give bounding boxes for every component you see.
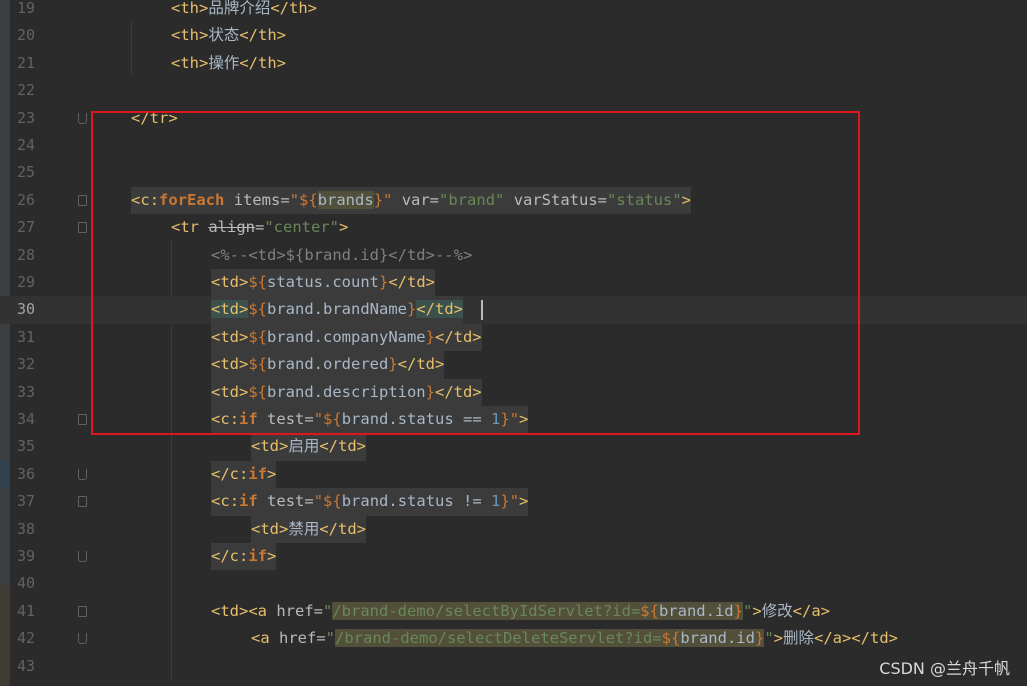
code-line[interactable]: 37 <c:if test="${brand.status != 1}"> [0, 488, 1027, 516]
code-line[interactable]: 41 <td><a href="/brand-demo/selectByIdSe… [0, 598, 1027, 625]
line-number: 27 [16, 218, 35, 237]
line-number: 34 [16, 410, 35, 428]
line-number: 19 [16, 0, 35, 17]
code-line[interactable]: 21 <th>操作</th> [0, 50, 1027, 77]
line-number: 33 [16, 382, 35, 401]
code-line[interactable]: 36 </c:if> [0, 460, 1027, 489]
fold-start-icon[interactable] [78, 414, 87, 425]
line-number: 29 [16, 273, 35, 291]
watermark: CSDN @兰舟千帆 [879, 659, 1010, 678]
line-number: 35 [16, 437, 35, 456]
code-text: <td><a href="/brand-demo/selectByIdServl… [211, 601, 830, 620]
line-number: 42 [16, 629, 35, 648]
code-line[interactable]: 40 [0, 570, 1027, 597]
code-editor[interactable]: 19 <th>品牌介绍</th> 20 <th>状态</th> 21 <th>操… [0, 0, 1027, 686]
code-line[interactable]: 20 <th>状态</th> [0, 22, 1027, 49]
line-number: 26 [16, 190, 35, 209]
code-line[interactable]: 39 </c:if> [0, 543, 1027, 571]
line-number: 30 [16, 300, 35, 319]
code-text: <td>启用</td> [251, 433, 367, 461]
code-text: </c:if> [211, 460, 277, 489]
fold-start-icon[interactable] [78, 194, 87, 206]
fold-end-icon[interactable] [78, 112, 87, 124]
code-line[interactable]: 22 [0, 77, 1027, 104]
fold-end-icon[interactable] [78, 551, 87, 562]
line-number: 21 [16, 53, 35, 72]
line-number: 32 [16, 355, 35, 374]
line-number: 38 [16, 519, 35, 538]
line-number: 40 [16, 574, 35, 593]
fold-start-icon[interactable] [78, 605, 87, 617]
line-number: 37 [16, 492, 35, 511]
code-line[interactable]: 35 <td>启用</td> [0, 433, 1027, 461]
line-number: 28 [16, 245, 35, 264]
code-text: </c:if> [211, 543, 277, 571]
code-text: <c:if test="${brand.status != 1}"> [211, 488, 529, 516]
code-line[interactable]: 19 <th>品牌介绍</th> [0, 0, 1027, 22]
code-line[interactable]: 43 [0, 653, 1027, 680]
fold-start-icon[interactable] [78, 222, 87, 234]
line-number: 23 [16, 108, 35, 127]
code-text: <th>操作</th> [171, 53, 287, 72]
code-text: <th>品牌介绍</th> [171, 0, 318, 17]
line-number: 43 [16, 656, 35, 675]
fold-start-icon[interactable] [78, 496, 87, 508]
fold-end-icon[interactable] [78, 468, 87, 480]
fold-end-icon[interactable] [78, 633, 87, 645]
line-number: 22 [16, 81, 35, 100]
line-number: 31 [16, 327, 35, 346]
code-text: <a href="/brand-demo/selectDeleteServlet… [251, 629, 899, 648]
annotation-highlight-box [91, 111, 860, 435]
code-text: <td>禁用</td> [251, 515, 367, 543]
line-number: 25 [16, 163, 35, 182]
code-line[interactable]: 38 <td>禁用</td> [0, 515, 1027, 543]
line-number: 20 [16, 26, 35, 45]
code-line[interactable]: 42 <a href="/brand-demo/selectDeleteServ… [0, 625, 1027, 652]
line-number: 39 [16, 547, 35, 565]
line-number: 24 [16, 136, 35, 154]
line-number: 36 [16, 464, 35, 483]
code-text: <th>状态</th> [171, 26, 287, 45]
line-number: 41 [16, 601, 35, 620]
